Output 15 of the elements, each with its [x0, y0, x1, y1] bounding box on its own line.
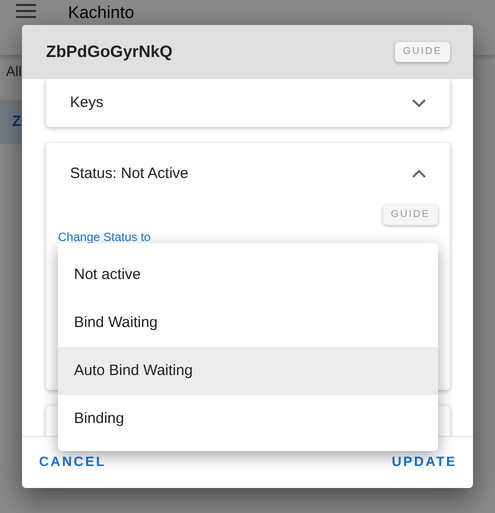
menu-item[interactable]: Bind Waiting — [58, 299, 438, 347]
menu-item[interactable]: Not active — [58, 251, 438, 299]
menu-item[interactable]: Auto Bind Waiting — [58, 347, 438, 395]
menu-icon[interactable] — [16, 4, 36, 18]
text-button[interactable]: UPDATE — [392, 452, 457, 473]
app-title: Kachinto — [68, 4, 134, 23]
section-title[interactable]: Keys — [70, 92, 104, 114]
dialog-title: ZbPdGoGyrNkQ — [46, 42, 173, 63]
section-title[interactable]: Status: Not Active — [70, 162, 188, 186]
chevron-up-icon[interactable] — [412, 169, 426, 179]
filter-label: All — [5, 62, 23, 81]
field-label: Change Status to — [58, 229, 151, 246]
chevron-down-icon[interactable] — [412, 98, 426, 108]
text-button[interactable]: CANCEL — [39, 452, 106, 473]
menu-item[interactable]: Binding — [58, 395, 438, 443]
